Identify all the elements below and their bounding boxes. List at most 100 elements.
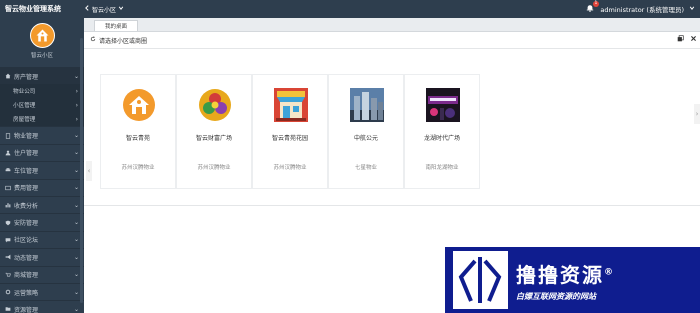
community-org: 苏州汉腾物业 [197, 165, 231, 171]
sidebar-item-label: 收费分析 [14, 202, 39, 210]
folder-icon [5, 306, 11, 312]
user-menu-chevron-icon[interactable] [689, 5, 695, 13]
panel-title: 请选择小区或商圈 [99, 37, 148, 45]
chevron-down-icon: ⌄ [73, 72, 79, 80]
house-logo-icon [122, 88, 156, 122]
sidebar-item-label: 物业管理 [14, 133, 39, 141]
chevron-down-icon: ⌄ [73, 219, 79, 227]
community-org: 南阳龙湖物业 [425, 165, 459, 171]
chevron-right-icon: › [75, 115, 78, 123]
chevron-right-icon: › [75, 87, 78, 95]
community-org: 苏州汉腾物业 [121, 165, 155, 171]
gear-icon [5, 289, 11, 295]
chevron-down-icon: ⌄ [73, 184, 79, 192]
watermark-subtitle: 白嫖互联网资源的网站 [516, 291, 596, 301]
chevron-down-icon: ⌄ [73, 132, 79, 140]
notifications-button[interactable]: 1 [585, 1, 600, 14]
building-icon [5, 132, 11, 139]
house-logo-icon [36, 29, 48, 42]
back-arrow-icon [84, 5, 90, 13]
chevron-down-icon: ⌄ [73, 253, 79, 261]
community-name: 智云青苑 [125, 135, 150, 142]
storefront-icon [274, 88, 308, 122]
chart-icon [5, 202, 11, 208]
sidebar-item-news[interactable]: 动态管理 ⌄ [0, 248, 84, 265]
chevron-down-icon: ⌄ [73, 288, 79, 296]
sidebar-item-label: 车位管理 [14, 167, 39, 175]
chevron-down-icon: ⌄ [73, 271, 79, 279]
community-org: 苏州汉腾物业 [273, 165, 307, 171]
community-card[interactable]: 智云青苑 苏州汉腾物业 [100, 74, 176, 189]
sidebar-item-resources[interactable]: 资源管理 ⌄ [0, 300, 84, 313]
emblem-logo-icon [198, 88, 232, 122]
sidebar-item-label: 运营策略 [14, 289, 39, 297]
sidebar-item-analytics[interactable]: 收费分析 ⌄ [0, 195, 84, 213]
sidebar-menu: 房产管理 ⌄ 物业公司 › 小区管理 › 房屋管理 › 物业管理 ⌄ 住户管理 … [0, 67, 84, 313]
community-name: 智云青苑花园 [271, 135, 308, 142]
watermark-title: 撸撸资源 [516, 262, 604, 287]
avatar-label: 智云小区 [30, 53, 53, 59]
sidebar-subitem-house[interactable]: 房屋管理 › [0, 112, 84, 127]
sidebar-item-label: 安防管理 [14, 220, 39, 228]
chevron-down-icon: ⌄ [73, 149, 79, 157]
community-selector-label: 智云小区 [92, 6, 117, 14]
shield-icon [5, 220, 11, 226]
close-icon[interactable] [690, 35, 697, 44]
chevron-down-icon: ⌄ [73, 166, 79, 174]
tab-strip: 我的桌面 [84, 18, 700, 32]
scroll-left-button[interactable]: ‹ [86, 161, 92, 181]
chevron-down-icon: ⌄ [73, 236, 79, 244]
sidebar-item-label: 资源管理 [14, 306, 39, 313]
sidebar-item-security[interactable]: 安防管理 ⌄ [0, 213, 84, 230]
user-menu[interactable]: administrator (系统管理员) [600, 4, 684, 14]
sidebar-subitem-label: 房屋管理 [13, 117, 36, 124]
registered-mark: ® [604, 266, 615, 277]
community-card[interactable]: 中航公元 七星物业 [328, 74, 404, 189]
sidebar-subitem-property-company[interactable]: 物业公司 › [0, 84, 84, 99]
cart-icon [5, 272, 11, 278]
panel-header: 请选择小区或商圈 [84, 32, 700, 49]
sidebar-item-label: 动态管理 [14, 254, 39, 262]
chevron-down-icon: ⌄ [73, 305, 79, 313]
top-bar: 智云物业管理系统 智云小区 1 administrator (系统管理员) [0, 0, 700, 18]
community-cards: 智云青苑 苏州汉腾物业 智云财富广场 苏州汉腾物业 智云青苑花园 苏州汉腾物业 … [100, 74, 480, 189]
sidebar-subitem-community[interactable]: 小区管理 › [0, 98, 84, 113]
sidebar-item-label: 住户管理 [14, 150, 39, 158]
sidebar-item-parking[interactable]: 车位管理 ⌄ [0, 161, 84, 178]
community-card[interactable]: 龙湖时代广场 南阳龙湖物业 [404, 74, 480, 189]
chevron-right-icon: › [75, 101, 78, 109]
sidebar-item-label: 房产管理 [14, 73, 39, 81]
sidebar-item-fees[interactable]: 费用管理 ⌄ [0, 178, 84, 196]
community-selector[interactable]: 智云小区 [84, 5, 124, 14]
sidebar-subitem-label: 物业公司 [13, 89, 36, 96]
community-name: 中航公元 [353, 135, 378, 142]
sidebar-item-label: 商城管理 [14, 272, 39, 280]
scroll-right-button[interactable]: › [694, 104, 700, 124]
restore-window-icon[interactable] [677, 35, 684, 44]
app-title: 智云物业管理系统 [5, 5, 61, 13]
community-card[interactable]: 智云青苑花园 苏州汉腾物业 [252, 74, 328, 189]
neon-sign-photo-icon [426, 88, 460, 122]
sidebar-item-label: 费用管理 [14, 185, 39, 193]
community-picker: ‹ › 智云青苑 苏州汉腾物业 智云财富广场 苏州汉腾物业 智云青苑花园 苏州汉… [84, 49, 700, 206]
community-card[interactable]: 智云财富广场 苏州汉腾物业 [176, 74, 252, 189]
sidebar-item-estate[interactable]: 物业管理 ⌄ [0, 126, 84, 143]
chevron-down-icon: ⌄ [73, 201, 79, 209]
community-org: 七星物业 [354, 165, 377, 171]
sidebar-profile: 智云小区 [0, 18, 84, 67]
sidebar-item-operations[interactable]: 运营策略 ⌄ [0, 282, 84, 300]
avatar[interactable] [29, 23, 55, 48]
tab-my-desktop[interactable]: 我的桌面 [94, 20, 139, 31]
skyscraper-photo-icon [350, 88, 384, 122]
sidebar-scrollbar[interactable] [80, 38, 83, 303]
car-icon [5, 167, 11, 173]
watermark-banner: 撸撸资源® 白嫖互联网资源的网站 [445, 247, 700, 313]
wallet-icon [5, 185, 11, 191]
sidebar-item-property[interactable]: 房产管理 ⌄ [0, 67, 84, 85]
sidebar-item-residents[interactable]: 住户管理 ⌄ [0, 143, 84, 161]
sidebar-subitem-label: 小区管理 [13, 103, 36, 110]
sidebar-item-forum[interactable]: 社区论坛 ⌄ [0, 230, 84, 248]
sidebar-item-label: 社区论坛 [14, 237, 39, 245]
refresh-icon [90, 36, 96, 44]
sidebar-item-mall[interactable]: 商城管理 ⌄ [0, 265, 84, 283]
